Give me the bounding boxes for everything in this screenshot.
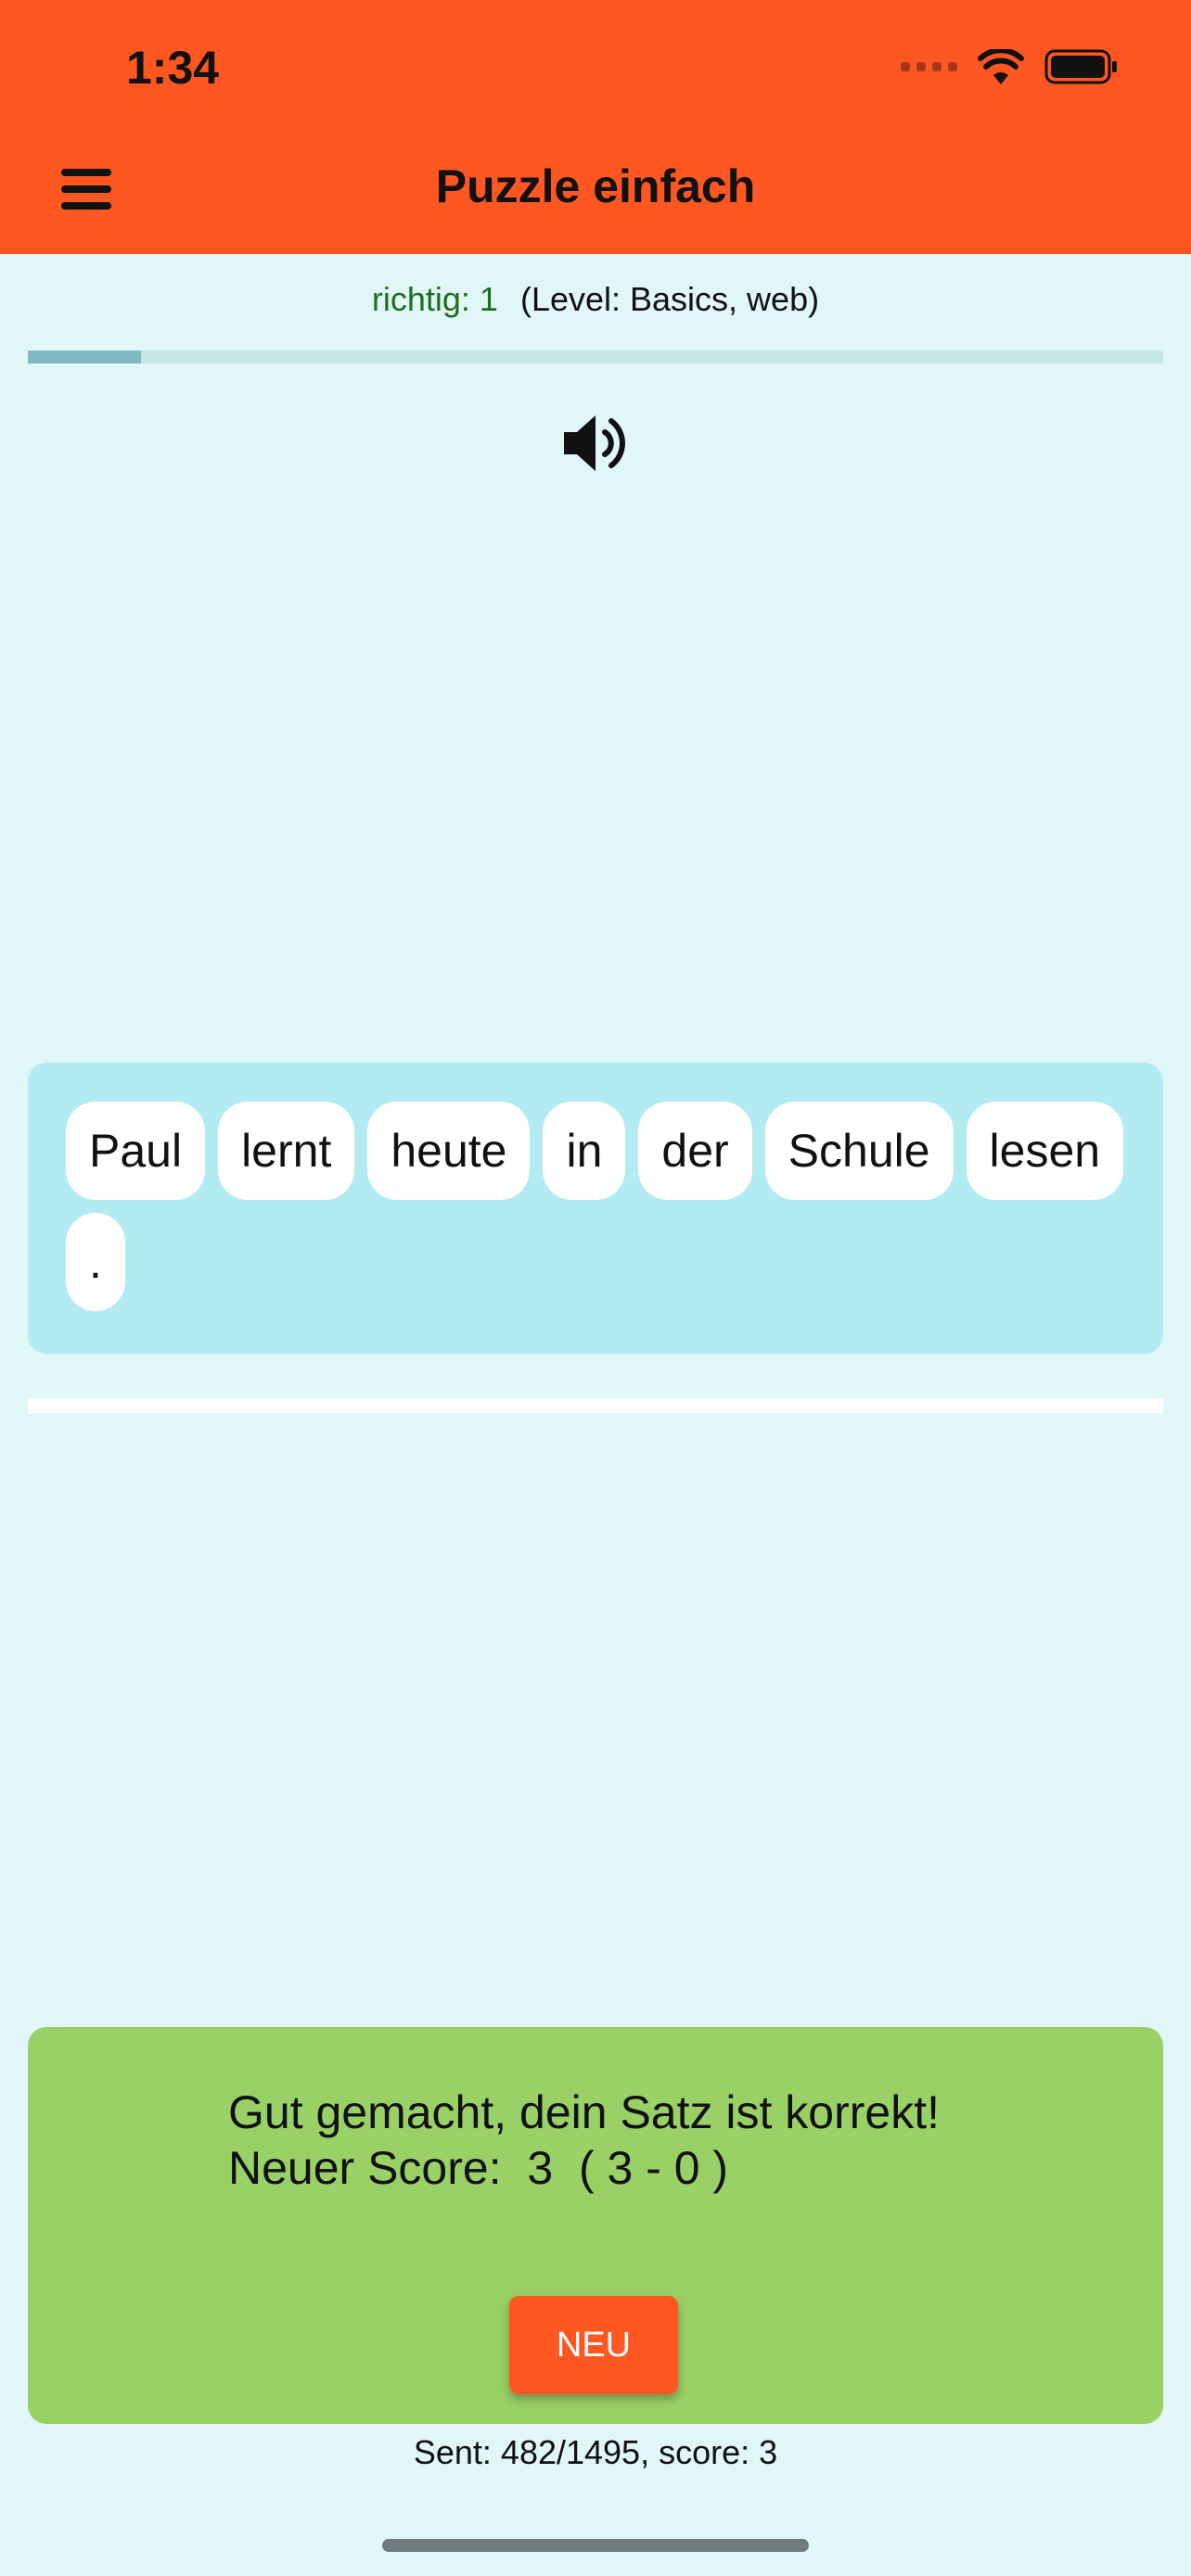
score-info: richtig: 1 (Level: Basics, web) <box>0 280 1191 319</box>
progress-fill <box>28 351 142 363</box>
word-chip[interactable]: der <box>638 1102 752 1200</box>
wifi-icon <box>978 49 1024 84</box>
footer-stats: Sent: 482/1495, score: 3 <box>413 2433 778 2471</box>
word-chip[interactable]: Schule <box>764 1102 954 1200</box>
word-chip[interactable]: heute <box>367 1102 531 1200</box>
status-icons <box>901 46 1119 87</box>
feedback-line-2: Neuer Score: 3 ( 3 - 0 ) <box>228 2142 729 2194</box>
new-sentence-button[interactable]: NEU <box>509 2296 678 2394</box>
word-chip[interactable]: . <box>66 1213 125 1311</box>
page-title: Puzzle einfach <box>435 160 756 212</box>
cellular-signal-icon <box>901 62 957 71</box>
word-bank: Paul lernt heute in der Schule lesen . <box>28 1063 1163 1354</box>
progress-bar <box>28 351 1163 363</box>
feedback-line-1: Gut gemacht, dein Satz ist korrekt! <box>228 2086 940 2138</box>
word-chip[interactable]: lesen <box>966 1102 1124 1200</box>
battery-icon <box>1044 49 1117 84</box>
word-chip[interactable]: in <box>543 1102 626 1200</box>
feedback-message: Gut gemacht, dein Satz ist korrekt! Neue… <box>228 2085 940 2196</box>
word-chip[interactable]: Paul <box>66 1102 206 1200</box>
correct-count: richtig: 1 <box>371 280 498 318</box>
status-time: 1:34 <box>126 42 220 94</box>
feedback-panel: Gut gemacht, dein Satz ist korrekt! Neue… <box>28 2027 1163 2424</box>
speaker-volume-icon[interactable] <box>560 410 631 477</box>
level-label: (Level: Basics, web) <box>519 280 820 318</box>
answer-drop-zone[interactable] <box>28 1398 1163 1413</box>
word-chip[interactable]: lernt <box>218 1102 355 1200</box>
home-indicator[interactable] <box>382 2539 809 2552</box>
app-header: 1:34 Puzzle einfach <box>0 0 1191 254</box>
